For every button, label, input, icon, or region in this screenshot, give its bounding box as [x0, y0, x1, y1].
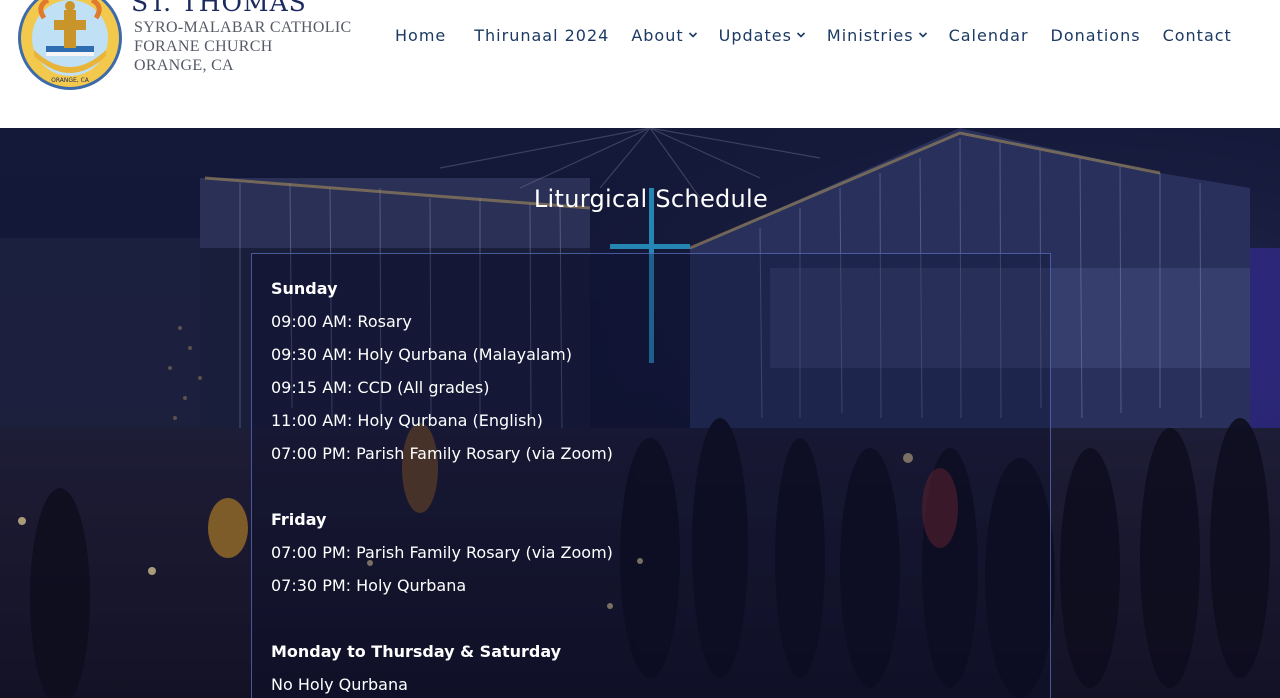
nav-item-home[interactable]: Home — [395, 26, 446, 45]
nav-item-updates[interactable]: Updates — [719, 26, 806, 45]
schedule-entry: No Holy Qurbana — [271, 675, 408, 694]
svg-text:ORANGE, CA: ORANGE, CA — [51, 77, 90, 84]
nav-label: Donations — [1050, 25, 1141, 45]
schedule-day-heading: Sunday — [271, 279, 338, 298]
nav-label: Ministries — [826, 25, 914, 45]
nav-label: Thirunaal 2024 — [474, 25, 610, 45]
nav-item-contact[interactable]: Contact — [1163, 26, 1232, 45]
schedule-entry: 11:00 AM: Holy Qurbana (English) — [271, 411, 543, 430]
nav-item-ministries[interactable]: Ministries — [827, 26, 928, 45]
schedule-entry: 09:00 AM: Rosary — [271, 312, 412, 331]
chevron-down-icon — [688, 32, 697, 38]
liturgical-schedule-hero: Liturgical Schedule Sunday 09:00 AM: Ros… — [0, 128, 1280, 698]
main-navigation: Home Thirunaal 2024 About Updates Minist… — [395, 24, 1232, 46]
brand-subtitle-line-3: ORANGE, CA — [134, 57, 234, 74]
nav-item-thirunaal-2024[interactable]: Thirunaal 2024 — [474, 26, 609, 45]
schedule-entry: 07:00 PM: Parish Family Rosary (via Zoom… — [271, 543, 613, 562]
nav-item-calendar[interactable]: Calendar — [949, 26, 1029, 45]
nav-item-about[interactable]: About — [631, 26, 697, 45]
nav-item-donations[interactable]: Donations — [1051, 26, 1141, 45]
brand-title[interactable]: ST. THOMAS — [131, 0, 307, 17]
brand-subtitle-line-2: FORANE CHURCH — [134, 38, 273, 55]
nav-label: Home — [395, 25, 447, 45]
schedule-entry: 09:30 AM: Holy Qurbana (Malayalam) — [271, 345, 572, 364]
schedule-day-heading: Friday — [271, 510, 327, 529]
section-title: Liturgical Schedule — [533, 185, 769, 213]
chevron-down-icon — [796, 32, 805, 38]
site-header: ORANGE, CA ST. THOMAS SYRO-MALABAR CATHO… — [0, 0, 1280, 128]
schedule-entry: 07:00 PM: Parish Family Rosary (via Zoom… — [271, 444, 613, 463]
nav-label: Calendar — [948, 25, 1029, 45]
nav-label: About — [631, 25, 684, 45]
nav-label: Contact — [1162, 25, 1232, 45]
nav-label: Updates — [718, 25, 792, 45]
church-seal-logo[interactable]: ORANGE, CA — [16, 0, 124, 90]
brand-subtitle-line-1: SYRO-MALABAR CATHOLIC — [134, 19, 352, 36]
schedule-entry: 09:15 AM: CCD (All grades) — [271, 378, 490, 397]
schedule-day-heading: Monday to Thursday & Saturday — [271, 642, 562, 661]
schedule-list: Sunday 09:00 AM: Rosary 09:30 AM: Holy Q… — [271, 278, 613, 698]
chevron-down-icon — [918, 32, 927, 38]
schedule-entry: 07:30 PM: Holy Qurbana — [271, 576, 467, 595]
